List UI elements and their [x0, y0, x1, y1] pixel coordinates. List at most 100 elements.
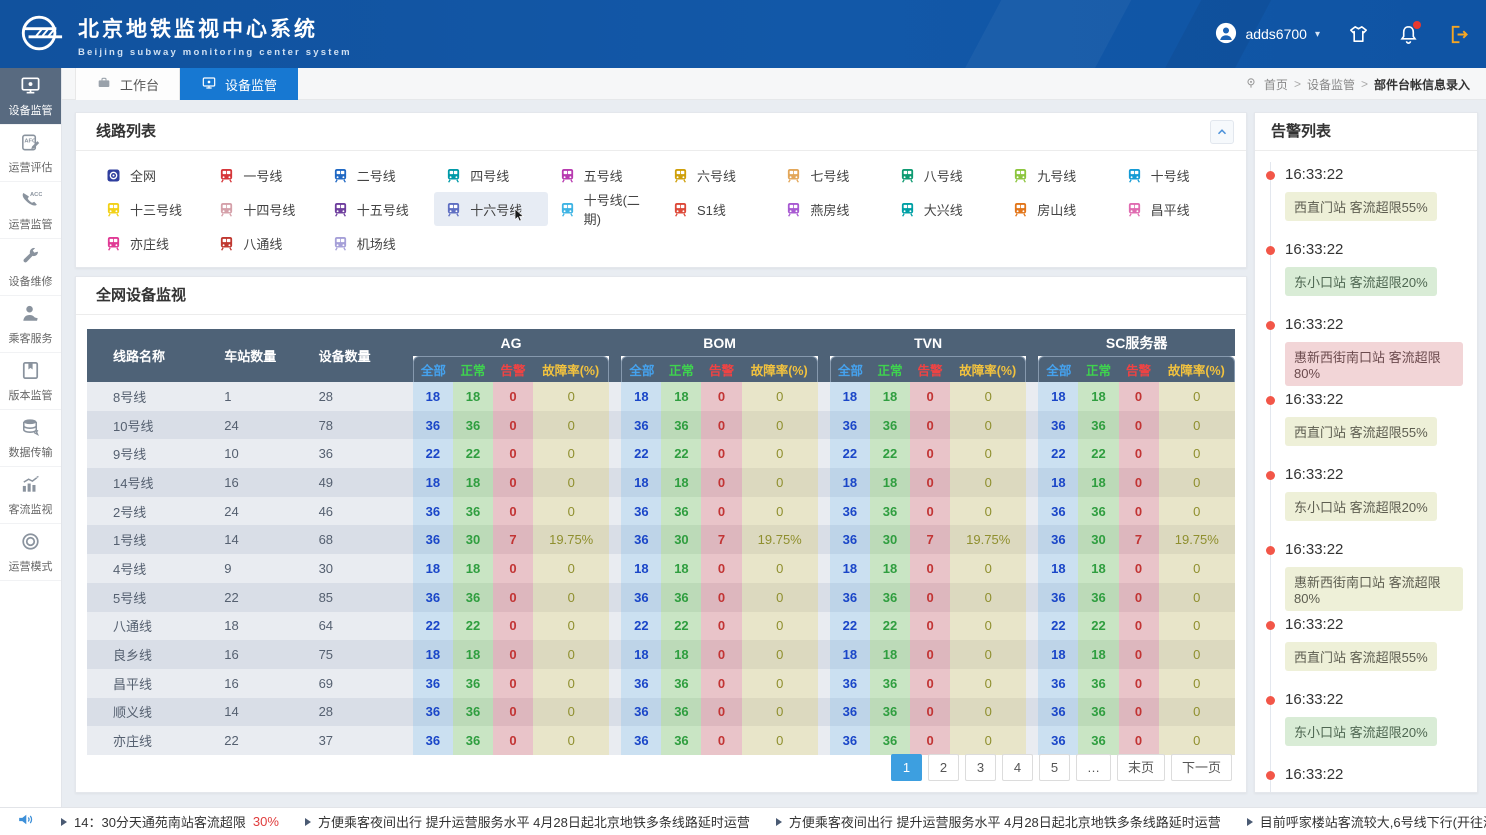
sidebar-item-7[interactable]: 数据传输: [0, 410, 61, 467]
table-row[interactable]: 昌平线1669363600363600363600363600: [87, 669, 1235, 698]
page-button-5[interactable]: 5: [1039, 754, 1070, 781]
alarm-message[interactable]: 东小口站 客流超限20%: [1285, 717, 1437, 746]
table-row[interactable]: 2号线2446363600363600363600363600: [87, 497, 1235, 526]
alarm-message[interactable]: 东小口站 客流超限20%: [1285, 267, 1437, 296]
page-last-button[interactable]: 末页: [1117, 754, 1165, 781]
cell-metric: 0: [950, 382, 1026, 411]
page-button-1[interactable]: 1: [891, 754, 922, 781]
cell-metric: 0: [701, 612, 741, 641]
theme-tshirt-icon[interactable]: [1346, 22, 1370, 46]
table-row[interactable]: 9号线1036222200222200222200222200: [87, 439, 1235, 468]
sidebar-item-3[interactable]: ACC运营监管: [0, 182, 61, 239]
line-item-5[interactable]: 五号线: [548, 158, 661, 192]
table-row[interactable]: 8号线128181800181800181800181800: [87, 382, 1235, 411]
line-item-10[interactable]: 十号线: [1115, 158, 1228, 192]
line-item-3[interactable]: 二号线: [321, 158, 434, 192]
cell-metric: 22: [1078, 612, 1118, 641]
line-item-22[interactable]: 八通线: [207, 226, 320, 260]
line-item-17[interactable]: 燕房线: [774, 192, 887, 226]
cell-stations: 16: [192, 669, 310, 698]
breadcrumb-home[interactable]: 首页: [1264, 76, 1288, 93]
cell-metric: 36: [413, 525, 453, 554]
cell-devices: 75: [311, 640, 413, 669]
page-button-4[interactable]: 4: [1002, 754, 1033, 781]
line-item-18[interactable]: 大兴线: [888, 192, 1001, 226]
alarm-message[interactable]: 西直门站 客流超限55%: [1285, 192, 1437, 221]
cell-metric: 18: [1038, 640, 1078, 669]
table-row[interactable]: 八通线1864222200222200222200222200: [87, 612, 1235, 641]
line-item-1[interactable]: 全网: [94, 158, 207, 192]
table-row[interactable]: 5号线2285363600363600363600363600: [87, 583, 1235, 612]
cell-metric: 36: [661, 726, 701, 755]
cell-metric: 0: [493, 468, 533, 497]
cell-metric: 0: [701, 583, 741, 612]
table-row[interactable]: 顺义线1428363600363600363600363600: [87, 698, 1235, 727]
line-item-20[interactable]: 昌平线: [1115, 192, 1228, 226]
sidebar-item-4[interactable]: 设备维修: [0, 239, 61, 296]
line-item-label: 亦庄线: [130, 234, 169, 253]
group-header-1: AG: [413, 329, 609, 356]
line-item-6[interactable]: 六号线: [661, 158, 774, 192]
monitor-icon: [201, 75, 217, 94]
page-next-button[interactable]: 下一页: [1171, 754, 1232, 781]
tab-device-monitoring[interactable]: 设备监管: [180, 68, 298, 100]
cell-metric: 0: [950, 726, 1026, 755]
line-item-19[interactable]: 房山线: [1001, 192, 1114, 226]
sidebar-item-5[interactable]: 乘客服务: [0, 296, 61, 353]
line-item-12[interactable]: 十四号线: [207, 192, 320, 226]
cell-metric: 36: [661, 497, 701, 526]
alarm-message[interactable]: 东小口站 客流超限20%: [1285, 492, 1437, 521]
breadcrumb-device-monitoring[interactable]: 设备监管: [1307, 76, 1355, 93]
cell-stations: 24: [192, 411, 310, 440]
row-spacer: [1026, 554, 1038, 583]
page-button-3[interactable]: 3: [965, 754, 996, 781]
sidebar-item-1[interactable]: 设备监管: [0, 68, 61, 125]
train-icon: [219, 202, 234, 217]
table-row[interactable]: 10号线2478363600363600363600363600: [87, 411, 1235, 440]
table-row[interactable]: 4号线930181800181800181800181800: [87, 554, 1235, 583]
line-item-14[interactable]: 十六号线: [434, 192, 547, 226]
line-item-8[interactable]: 八号线: [888, 158, 1001, 192]
sub-column-header: 全部: [830, 356, 870, 382]
cell-metric: 0: [701, 497, 741, 526]
cell-metric: 0: [701, 698, 741, 727]
line-item-23[interactable]: 机场线: [321, 226, 434, 260]
sidebar-item-label: 客流监视: [9, 501, 53, 517]
table-row[interactable]: 良乡线1675181800181800181800181800: [87, 640, 1235, 669]
line-item-4[interactable]: 四号线: [434, 158, 547, 192]
notification-bell-icon[interactable]: [1396, 22, 1420, 46]
line-item-7[interactable]: 七号线: [774, 158, 887, 192]
line-item-15[interactable]: 十号线(二期): [548, 192, 661, 226]
sidebar-item-8[interactable]: 客流监视: [0, 467, 61, 524]
row-spacer: [818, 612, 830, 641]
alarm-message[interactable]: 惠新西街南口站 客流超限80%: [1285, 342, 1463, 386]
user-menu[interactable]: adds6700 ▾: [1215, 22, 1320, 47]
train-icon: [333, 236, 348, 251]
sidebar-item-9[interactable]: 运营模式: [0, 524, 61, 581]
line-item-2[interactable]: 一号线: [207, 158, 320, 192]
cell-metric: 19.75%: [950, 525, 1026, 554]
column-header: 车站数量: [192, 329, 310, 382]
row-spacer: [818, 726, 830, 755]
sidebar-item-2[interactable]: AFC运营评估: [0, 125, 61, 182]
logout-icon[interactable]: [1446, 22, 1470, 46]
alarm-message[interactable]: 惠新西街南口站 客流超限80%: [1285, 567, 1463, 611]
sidebar-item-6[interactable]: 版本监管: [0, 353, 61, 410]
table-row[interactable]: 1号线14683630719.75%3630719.75%3630719.75%…: [87, 525, 1235, 554]
line-item-9[interactable]: 九号线: [1001, 158, 1114, 192]
line-item-label: 十号线(二期): [584, 190, 649, 228]
alarm-message[interactable]: 西直门站 客流超限55%: [1285, 417, 1437, 446]
page-button-2[interactable]: 2: [928, 754, 959, 781]
alarm-message[interactable]: 西直门站 客流超限55%: [1285, 642, 1437, 671]
line-item-16[interactable]: S1线: [661, 192, 774, 226]
tab-workbench[interactable]: 工作台: [75, 68, 180, 100]
line-item-11[interactable]: 十三号线: [94, 192, 207, 226]
line-item-21[interactable]: 亦庄线: [94, 226, 207, 260]
line-item-13[interactable]: 十五号线: [321, 192, 434, 226]
table-row[interactable]: 14号线1649181800181800181800181800: [87, 468, 1235, 497]
cell-metric: 0: [1159, 497, 1235, 526]
page-button-…[interactable]: …: [1076, 754, 1111, 781]
cell-metric: 36: [453, 726, 493, 755]
collapse-panel-button[interactable]: [1210, 120, 1234, 144]
table-row[interactable]: 亦庄线2237363600363600363600363600: [87, 726, 1235, 755]
